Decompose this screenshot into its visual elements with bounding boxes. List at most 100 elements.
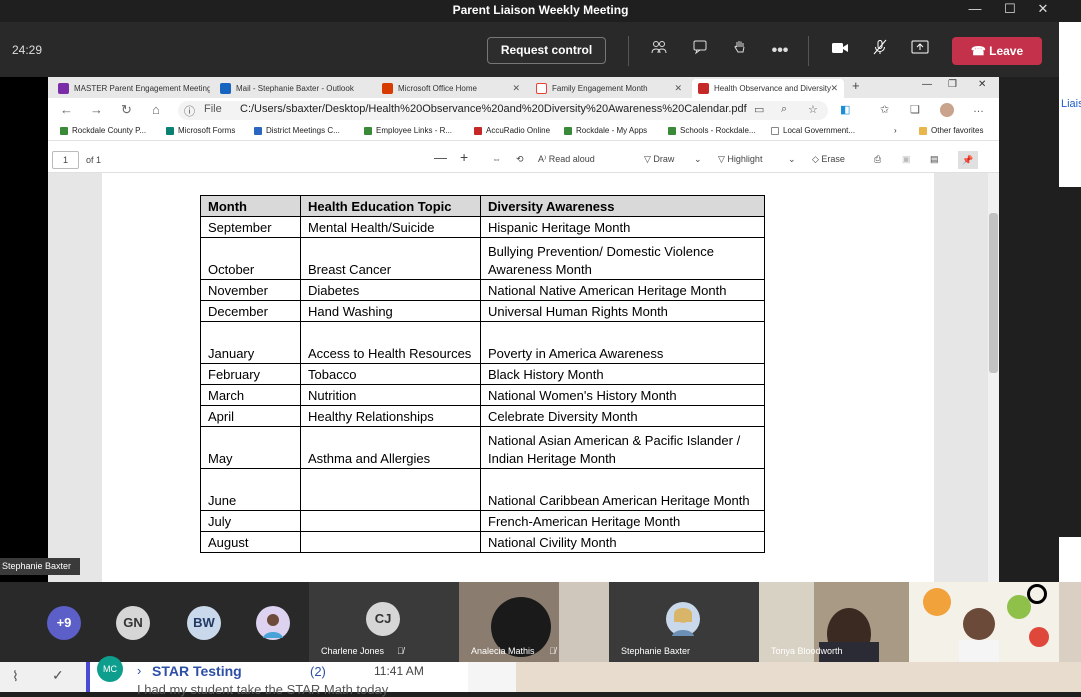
extension-icon[interactable]: ◧ — [840, 103, 850, 116]
save-icon[interactable]: ▣ — [902, 154, 911, 165]
zoom-in-icon[interactable]: + — [460, 149, 468, 165]
request-control-button[interactable]: Request control — [487, 37, 606, 64]
thread-title[interactable]: STAR Testing — [152, 663, 242, 679]
diversity-cell: Celebrate Diversity Month — [480, 405, 765, 427]
favorite-link[interactable]: Microsoft Forms — [166, 126, 235, 135]
profile-avatar[interactable] — [940, 103, 954, 117]
more-options-icon[interactable]: ••• — [767, 38, 793, 64]
highlight-icon: ▽ — [718, 154, 728, 164]
favorite-link[interactable]: AccuRadio Online — [474, 126, 550, 135]
maximize-icon[interactable]: ☐ — [995, 0, 1025, 20]
close-tab-icon[interactable]: ✕ — [674, 79, 682, 98]
close-tab-icon[interactable]: ✕ — [512, 79, 520, 98]
reply-count[interactable]: (2) — [310, 664, 326, 679]
favorite-star-icon[interactable]: ☆ — [808, 103, 818, 116]
favorites-icon[interactable]: ✩ — [880, 103, 889, 116]
read-aloud-button[interactable]: A⁾ Read aloud — [538, 154, 595, 165]
participant-video-tile[interactable] — [909, 582, 1059, 662]
browser-tab[interactable]: Mail - Stephanie Baxter - Outlook — [214, 79, 372, 98]
back-icon[interactable]: ← — [60, 102, 73, 117]
close-tab-icon[interactable]: ✕ — [830, 79, 838, 98]
favorite-link[interactable]: Local Government... — [771, 126, 855, 135]
save-as-icon[interactable]: ▤ — [930, 154, 939, 165]
scrollbar-thumb[interactable] — [989, 213, 998, 373]
highlight-dropdown-icon[interactable]: ⌄ — [788, 154, 796, 165]
diversity-cell: Universal Human Rights Month — [480, 300, 765, 322]
camera-icon[interactable] — [827, 38, 853, 64]
avatar-photo[interactable] — [256, 606, 290, 640]
expand-thread-icon[interactable]: › — [137, 663, 141, 678]
favorite-link[interactable]: Employee Links - R... — [364, 126, 452, 135]
avatar[interactable]: BW — [187, 606, 221, 640]
minimize-icon[interactable]: — — [960, 0, 990, 20]
more-participants-button[interactable]: +9 — [47, 606, 81, 640]
browser-tab[interactable]: Microsoft Office Home ✕ — [376, 79, 526, 98]
google-icon — [536, 83, 547, 94]
new-tab-icon[interactable]: + — [852, 78, 860, 93]
browser-close-icon[interactable]: ✕ — [978, 79, 986, 90]
zoom-out-icon[interactable]: — — [434, 150, 447, 165]
window-titlebar: Parent Liaison Weekly Meeting — ☐ ✕ — [0, 0, 1081, 22]
participant-video-tile[interactable] — [1059, 582, 1081, 662]
check-icon[interactable]: ✓ — [52, 667, 64, 684]
immersive-reader-icon[interactable]: ▭ — [754, 103, 764, 116]
info-icon[interactable]: ⓘ — [184, 103, 195, 119]
rotate-icon[interactable]: ⟲ — [516, 154, 524, 165]
participant-video-tile[interactable]: Tonya Bloodworth — [759, 582, 909, 662]
participant-tile[interactable]: Stephanie Baxter — [609, 582, 759, 662]
fit-page-icon[interactable]: ⇔ — [492, 154, 501, 164]
home-icon[interactable]: ⌂ — [152, 102, 160, 117]
favorite-link[interactable]: District Meetings C... — [254, 126, 340, 135]
browser-minimize-icon[interactable]: — — [922, 79, 932, 90]
avatar[interactable]: MC — [97, 656, 123, 682]
browser-tab[interactable]: MASTER Parent Engagement Meeting — [52, 79, 210, 98]
participant-video-tile[interactable]: Analecia Mathis 🎙̸ — [459, 582, 609, 662]
draw-label: Draw — [653, 154, 675, 164]
pdf-scrollbar[interactable] — [988, 173, 999, 582]
print-icon[interactable]: ⎙ — [874, 154, 881, 165]
favorite-link[interactable]: Rockdale County P... — [60, 126, 146, 135]
browser-menu-icon[interactable]: … — [973, 103, 984, 115]
page-number-input[interactable]: 1 — [52, 151, 79, 169]
tab-label: Health Observance and Diversity — [714, 84, 831, 93]
favorite-link[interactable]: Schools - Rockdale... — [668, 126, 756, 135]
table-row: March Nutrition National Women's History M… — [200, 384, 765, 406]
people-icon[interactable] — [646, 38, 672, 64]
mic-off-icon: 🎙̸ — [397, 646, 404, 656]
attach-icon[interactable]: ⌇ — [12, 668, 19, 685]
browser-tab-active[interactable]: Health Observance and Diversity ✕ — [692, 79, 844, 98]
pdf-viewer[interactable]: Month Health Education Topic Diversity A… — [48, 173, 988, 582]
other-favorites-link[interactable]: Other favorites — [919, 126, 983, 135]
month-cell: October — [200, 237, 301, 280]
browser-restore-icon[interactable]: ❐ — [948, 79, 957, 90]
participant-name: Stephanie Baxter — [621, 646, 691, 656]
participant-name: Analecia Mathis — [471, 646, 535, 656]
zoom-icon[interactable]: ⌕ — [781, 103, 787, 116]
forward-icon[interactable]: → — [90, 102, 103, 117]
table-row: September Mental Health/Suicide Hispanic H… — [200, 216, 765, 238]
close-icon[interactable]: ✕ — [1028, 0, 1058, 20]
pin-toolbar-icon[interactable]: 📌 — [958, 151, 978, 169]
background-app-panel — [1059, 187, 1081, 537]
share-screen-icon[interactable] — [907, 38, 933, 64]
participant-tile[interactable]: CJ Charlene Jones 🎙̸ — [309, 582, 459, 662]
leave-button[interactable]: ☎ Leave — [952, 37, 1042, 65]
draw-button[interactable]: ▽ Draw — [644, 154, 674, 165]
url-text[interactable]: C:/Users/sbaxter/Desktop/Health%20Observ… — [240, 103, 747, 115]
refresh-icon[interactable]: ↻ — [121, 102, 132, 118]
erase-button[interactable]: ◇ Erase — [812, 154, 845, 165]
raise-hand-icon[interactable] — [727, 38, 753, 64]
avatar[interactable]: GN — [116, 606, 150, 640]
favorite-link[interactable]: Rockdale - My Apps — [564, 126, 647, 135]
address-bar[interactable]: ⓘ File C:/Users/sbaxter/Desktop/Health%2… — [178, 101, 828, 120]
more-favorites-icon[interactable]: › — [894, 126, 897, 135]
draw-dropdown-icon[interactable]: ⌄ — [694, 154, 702, 165]
health-topic-cell: Diabetes — [300, 279, 481, 301]
read-aloud-label: Read aloud — [548, 154, 595, 164]
collections-icon[interactable]: ❏ — [910, 103, 920, 116]
chat-icon[interactable] — [687, 38, 713, 64]
diversity-cell: Bullying Prevention/ Domestic Violence A… — [480, 237, 765, 280]
browser-tab[interactable]: Family Engagement Month ✕ — [530, 79, 688, 98]
highlight-button[interactable]: ▽ Highlight — [718, 154, 762, 165]
microphone-muted-icon[interactable] — [867, 38, 893, 64]
